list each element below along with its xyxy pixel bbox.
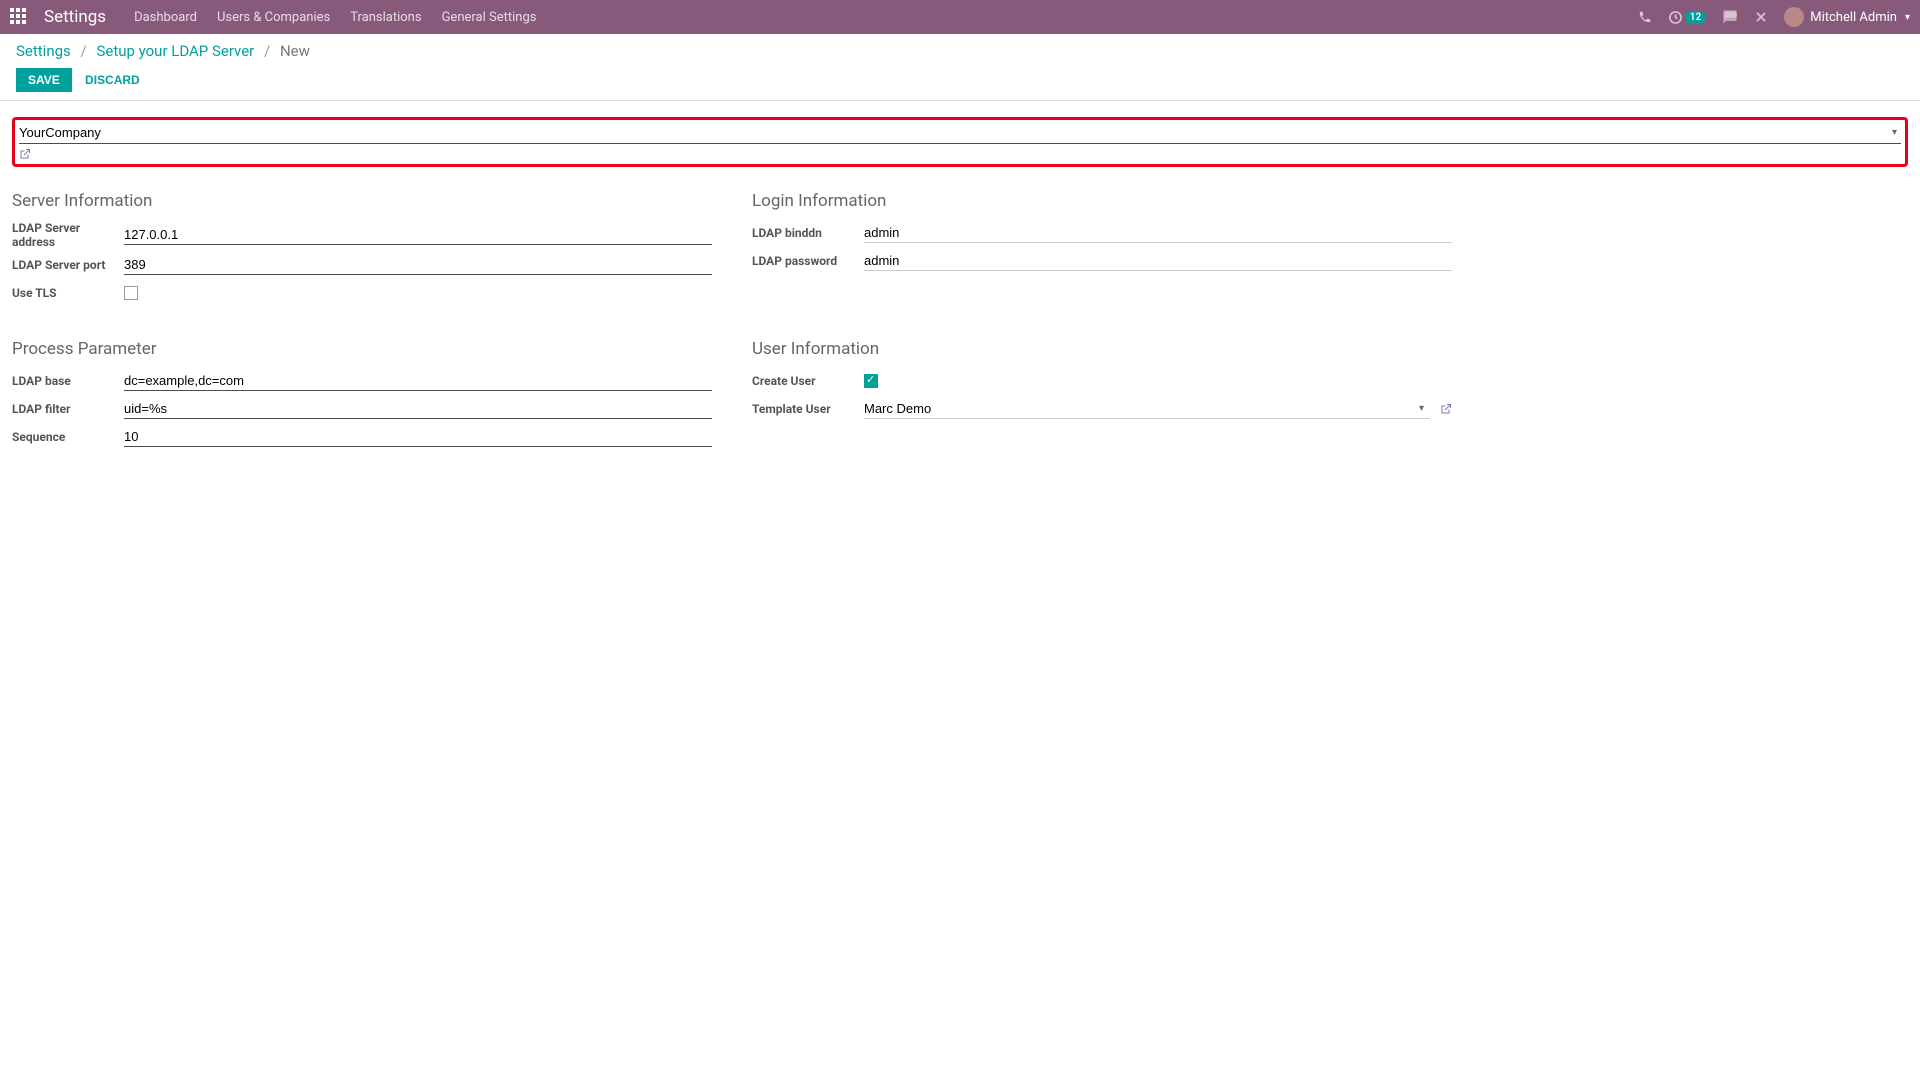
save-button[interactable]: SAVE: [16, 68, 72, 92]
messaging-icon[interactable]: [1722, 9, 1738, 25]
checkbox-use-tls[interactable]: [124, 286, 138, 300]
label-ldap-port: LDAP Server port: [12, 258, 124, 272]
control-panel: Settings / Setup your LDAP Server / New …: [0, 34, 1920, 101]
section-user-info: User Information: [752, 339, 1452, 359]
checkbox-create-user[interactable]: [864, 374, 878, 388]
input-ldap-binddn[interactable]: [864, 223, 1452, 243]
nav-translations[interactable]: Translations: [350, 10, 421, 25]
input-ldap-filter[interactable]: [124, 399, 712, 419]
user-menu[interactable]: Mitchell Admin ▾: [1784, 7, 1910, 27]
template-user-caret-icon[interactable]: ▾: [1413, 403, 1430, 414]
template-user-external-link-icon[interactable]: [1440, 403, 1452, 415]
breadcrumb-ldap[interactable]: Setup your LDAP Server: [96, 42, 254, 60]
discard-button[interactable]: DISCARD: [85, 73, 140, 87]
section-process-param: Process Parameter: [12, 339, 712, 359]
apps-icon[interactable]: [10, 8, 28, 26]
nav-dashboard[interactable]: Dashboard: [134, 10, 197, 25]
label-use-tls: Use TLS: [12, 286, 124, 300]
input-sequence[interactable]: [124, 427, 712, 447]
user-name: Mitchell Admin: [1810, 10, 1897, 25]
label-ldap-filter: LDAP filter: [12, 402, 124, 416]
breadcrumb: Settings / Setup your LDAP Server / New: [16, 42, 1904, 60]
dropdown-caret-icon[interactable]: ▾: [1888, 127, 1901, 138]
input-template-user[interactable]: [864, 399, 1413, 418]
form-sheet: ▾ Server Information LDAP Server address…: [0, 101, 1920, 469]
company-input[interactable]: [19, 122, 1888, 143]
avatar: [1784, 7, 1804, 27]
activity-icon[interactable]: 12: [1668, 10, 1706, 25]
input-ldap-port[interactable]: [124, 255, 712, 275]
external-link-icon[interactable]: [19, 148, 1901, 160]
label-ldap-address: LDAP Server address: [12, 221, 124, 249]
label-ldap-binddn: LDAP binddn: [752, 226, 864, 240]
label-ldap-password: LDAP password: [752, 254, 864, 268]
breadcrumb-settings[interactable]: Settings: [16, 42, 71, 60]
close-icon[interactable]: [1754, 10, 1768, 24]
caret-down-icon: ▾: [1905, 12, 1910, 23]
top-navbar: Settings Dashboard Users & Companies Tra…: [0, 0, 1920, 34]
nav-users-companies[interactable]: Users & Companies: [217, 10, 330, 25]
label-create-user: Create User: [752, 374, 864, 388]
input-ldap-password[interactable]: [864, 251, 1452, 271]
breadcrumb-current: New: [280, 42, 310, 60]
nav-general-settings[interactable]: General Settings: [442, 10, 537, 25]
section-server-info: Server Information: [12, 191, 712, 211]
nav-menu: Dashboard Users & Companies Translations…: [134, 10, 536, 25]
section-login-info: Login Information: [752, 191, 1452, 211]
label-ldap-base: LDAP base: [12, 374, 124, 388]
app-title: Settings: [44, 7, 106, 27]
label-sequence: Sequence: [12, 430, 124, 444]
input-ldap-address[interactable]: [124, 225, 712, 245]
company-highlight-box: ▾: [12, 117, 1908, 167]
label-template-user: Template User: [752, 402, 864, 416]
activity-badge: 12: [1685, 11, 1706, 24]
phone-icon[interactable]: [1638, 10, 1652, 24]
input-ldap-base[interactable]: [124, 371, 712, 391]
